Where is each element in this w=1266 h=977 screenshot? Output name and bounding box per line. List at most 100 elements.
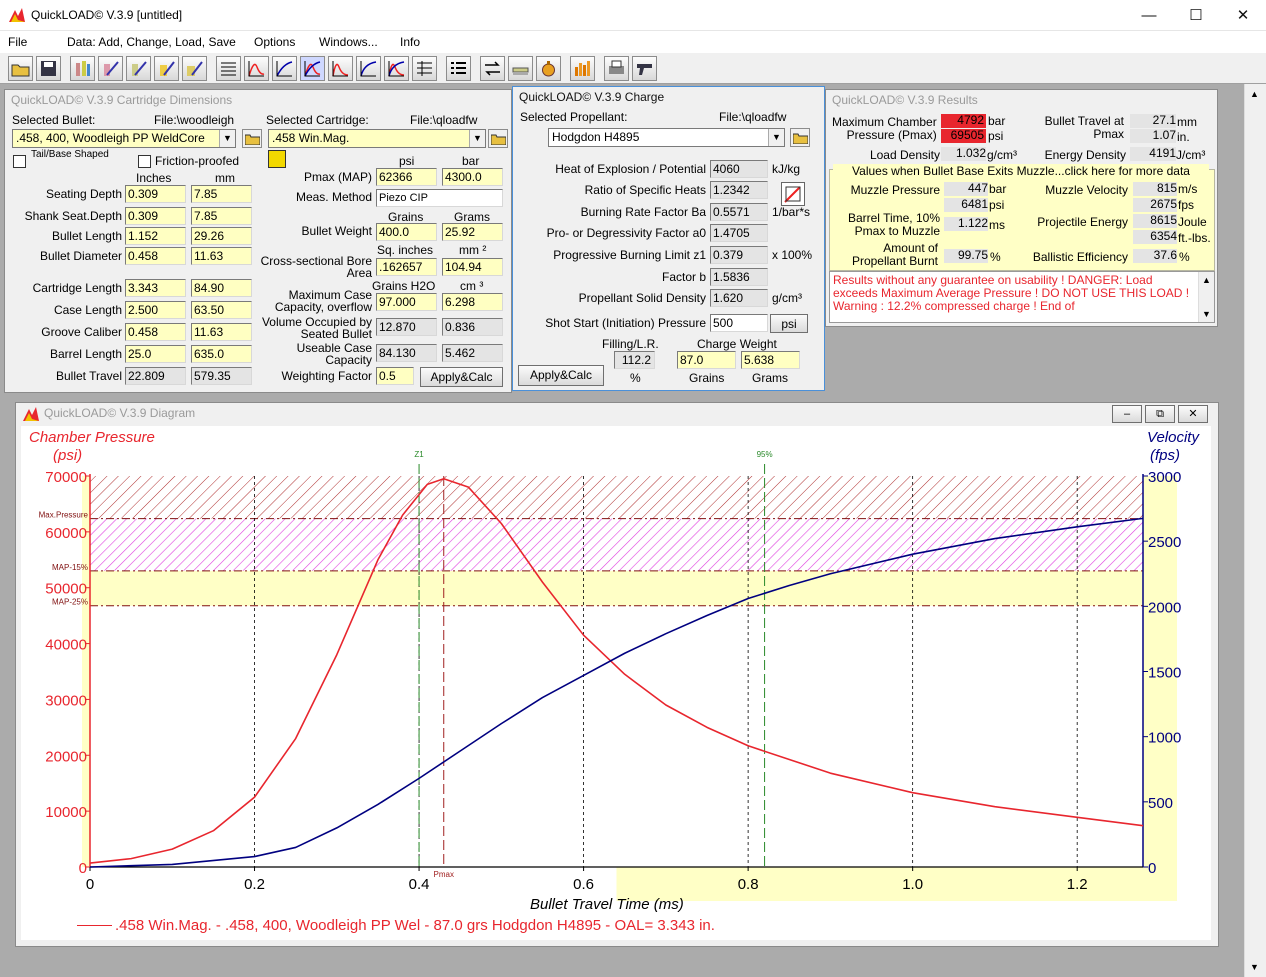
propellant-param-field: 0.379 xyxy=(710,246,768,264)
menu-data[interactable]: Data: Add, Change, Load, Save xyxy=(67,34,236,50)
dim-label: Shank Seat.Depth xyxy=(24,209,122,223)
dim-inches-field[interactable]: 2.500 xyxy=(125,301,186,319)
friction-proofed-checkbox[interactable] xyxy=(138,155,151,168)
dim-inches-field[interactable]: 0.309 xyxy=(125,207,186,225)
weapon-button[interactable] xyxy=(632,56,657,81)
combined-travel-chart-button[interactable] xyxy=(384,56,409,81)
max-case-capacity-cm3-field[interactable]: 6.298 xyxy=(442,293,503,311)
dim-mm-field[interactable]: 7.85 xyxy=(191,207,252,225)
menu-info[interactable]: Info xyxy=(400,34,420,50)
max-chamber-pressure-line1: Maximum Chamber xyxy=(832,115,937,129)
dim-mm-field[interactable]: 29.26 xyxy=(191,227,252,245)
chevron-down-icon[interactable]: ▼ xyxy=(219,130,235,147)
diagram-minimize-button[interactable]: – xyxy=(1112,405,1142,423)
propellant-folder-button[interactable] xyxy=(790,128,810,147)
bullet-db-button[interactable] xyxy=(70,56,95,81)
bullet-weight-grams-field[interactable]: 25.92 xyxy=(442,223,503,241)
chevron-down-icon[interactable]: ▼ xyxy=(1202,309,1211,319)
dim-mm-field[interactable]: 11.63 xyxy=(191,323,252,341)
charge-apply-calc-button[interactable]: Apply&Calc xyxy=(518,365,604,386)
energy-density-value: 4191 xyxy=(1130,147,1176,161)
pressure-velocity-chart[interactable]: Max.Pressure MAP-15% MAP-25% Z1 95% Pmax 0 1000… xyxy=(21,426,1211,940)
diagram-restore-button[interactable]: ⧉ xyxy=(1145,405,1175,423)
open-file-button[interactable] xyxy=(8,56,33,81)
charge-weight-grams-field[interactable]: 5.638 xyxy=(741,351,800,369)
dim-mm-field[interactable]: 7.85 xyxy=(191,185,252,203)
edit-powder-button[interactable] xyxy=(154,56,179,81)
chevron-down-icon[interactable]: ▼ xyxy=(768,129,784,146)
chevron-up-icon[interactable]: ▲ xyxy=(1202,275,1211,285)
pressure-travel-chart-button[interactable] xyxy=(328,56,353,81)
charge-weight-grains-field[interactable]: 87.0 xyxy=(677,351,736,369)
bullet-folder-button[interactable] xyxy=(242,129,262,148)
volume-occupied-grains-field: 12.870 xyxy=(376,318,437,336)
pmax-bar-field[interactable]: 4300.0 xyxy=(442,168,503,186)
menu-windows[interactable]: Windows... xyxy=(319,34,378,50)
tail-base-checkbox[interactable] xyxy=(13,155,26,168)
measurement-method-field[interactable]: Piezo CIP xyxy=(376,189,503,207)
dim-mm-field[interactable]: 635.0 xyxy=(191,345,252,363)
max-case-capacity-grains-field[interactable]: 97.000 xyxy=(376,293,437,311)
bore-area-in-field[interactable]: .162657 xyxy=(376,258,437,276)
workspace-scrollbar[interactable]: ▲ ▼ xyxy=(1244,84,1266,977)
pressure-velocity-chart-button[interactable] xyxy=(300,56,325,81)
dual-curve-icon xyxy=(304,61,321,77)
pmax-psi-field[interactable]: 62366 xyxy=(376,168,437,186)
dim-mm-field[interactable]: 84.90 xyxy=(191,279,252,297)
pressure-chart-button[interactable] xyxy=(244,56,269,81)
warning-scrollbar[interactable]: ▲ ▼ xyxy=(1198,272,1214,322)
sequence-table-button[interactable] xyxy=(446,56,471,81)
propellant-param-field[interactable]: 500 xyxy=(710,314,768,332)
mv-ms-unit: m/s xyxy=(1178,182,1198,196)
warning-textbox[interactable]: Results without any guarantee on usabili… xyxy=(829,271,1215,323)
menu-file[interactable]: File xyxy=(8,34,27,50)
dim-inches-field[interactable]: 3.343 xyxy=(125,279,186,297)
weighting-factor-field[interactable]: 0.5 xyxy=(376,367,414,385)
diagram-plot-area[interactable]: Max.Pressure MAP-15% MAP-25% Z1 95% Pmax 0 1000… xyxy=(21,426,1211,940)
propellant-param-field: 0.5571 xyxy=(710,203,768,221)
weighting-factor-label: Weighting Factor xyxy=(281,369,373,383)
chevron-down-icon[interactable]: ▼ xyxy=(469,130,485,147)
edit-cartridge-button[interactable] xyxy=(126,56,151,81)
weight-button[interactable] xyxy=(536,56,561,81)
muzzle-values-header[interactable]: Values when Bullet Base Exits Muzzle...c… xyxy=(833,164,1209,178)
print-button[interactable] xyxy=(604,56,629,81)
menu-options[interactable]: Options xyxy=(254,34,295,50)
cartridge-compare-button[interactable] xyxy=(508,56,533,81)
diagram-close-button[interactable]: ✕ xyxy=(1178,405,1208,423)
cartridge-folder-button[interactable] xyxy=(488,129,508,148)
open-folder-icon xyxy=(793,133,808,144)
cartridges-icon xyxy=(512,67,529,75)
bullet-weight-grains-field[interactable]: 400.0 xyxy=(376,223,437,241)
dim-inches-field[interactable]: 0.309 xyxy=(125,185,186,203)
scroll-down-icon[interactable]: ▼ xyxy=(1250,962,1259,972)
edit-propellant-button[interactable] xyxy=(781,182,805,206)
dim-mm-field[interactable]: 63.50 xyxy=(191,301,252,319)
shot-start-psi-button[interactable]: psi xyxy=(770,314,808,333)
dim-inches-field[interactable]: 0.458 xyxy=(125,247,186,265)
bore-area-mm-field[interactable]: 104.94 xyxy=(442,258,503,276)
weight-tool-icon[interactable] xyxy=(268,150,286,168)
close-button[interactable]: ✕ xyxy=(1220,0,1266,31)
minimize-button[interactable]: — xyxy=(1126,0,1172,31)
cartridge-select[interactable]: .458 Win.Mag. ▼ xyxy=(268,129,486,148)
edit-bullet-button[interactable] xyxy=(98,56,123,81)
save-button[interactable] xyxy=(36,56,61,81)
dim-inches-field[interactable]: 1.152 xyxy=(125,227,186,245)
table-button[interactable] xyxy=(216,56,241,81)
statistics-button[interactable] xyxy=(570,56,595,81)
maximize-button[interactable]: ☐ xyxy=(1173,0,1219,31)
scroll-up-icon[interactable]: ▲ xyxy=(1250,89,1259,99)
dim-inches-field[interactable]: 0.458 xyxy=(125,323,186,341)
dim-inches-field[interactable]: 25.0 xyxy=(125,345,186,363)
velocity-chart-button[interactable] xyxy=(272,56,297,81)
edit-weapon-button[interactable] xyxy=(182,56,207,81)
propellant-select[interactable]: Hodgdon H4895 ▼ xyxy=(548,128,785,147)
data-table-button[interactable] xyxy=(412,56,437,81)
dim-mm-field[interactable]: 11.63 xyxy=(191,247,252,265)
transfer-button[interactable] xyxy=(480,56,505,81)
bullet-select[interactable]: .458, 400, Woodleigh PP WeldCore ▼ xyxy=(12,129,236,148)
cartridge-apply-calc-button[interactable]: Apply&Calc xyxy=(420,367,503,387)
bullet-travel-pmax-label: Bullet Travel at Pmax xyxy=(1010,115,1124,141)
velocity-travel-chart-button[interactable] xyxy=(356,56,381,81)
